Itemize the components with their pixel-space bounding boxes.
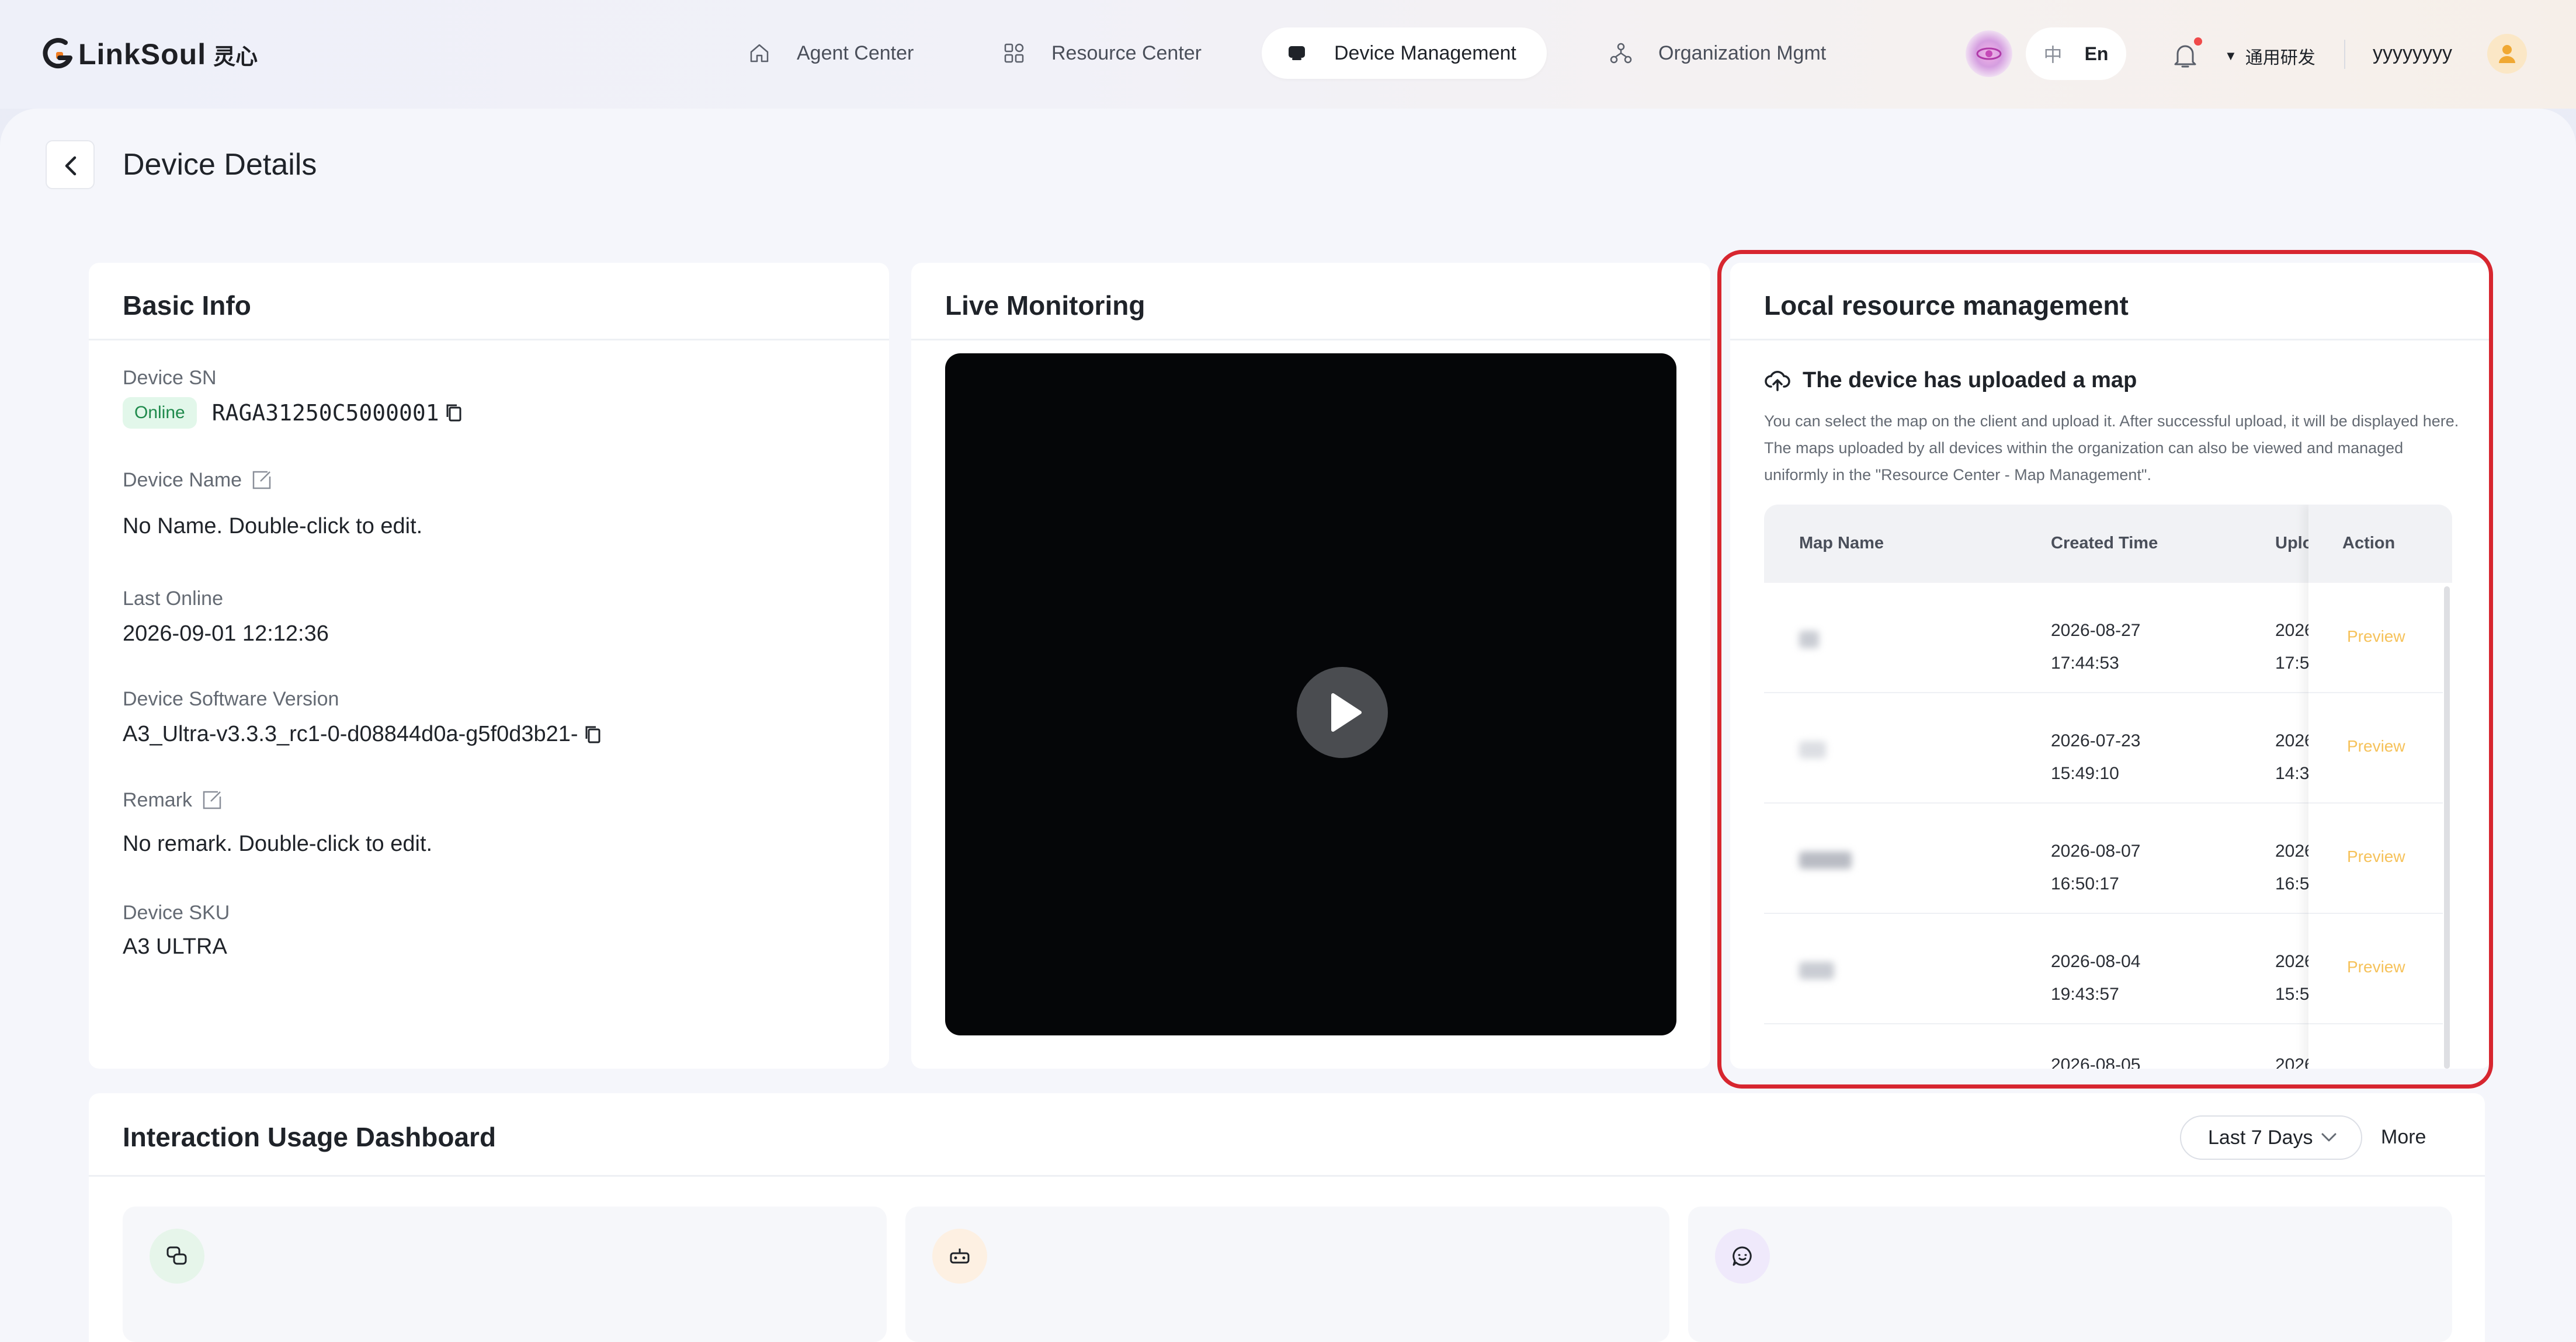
language-switcher[interactable]: 中 En	[2026, 27, 2126, 80]
device-sku-value: A3 ULTRA	[123, 934, 227, 959]
lang-zh-option[interactable]: 中	[2044, 40, 2063, 67]
lang-en-option[interactable]: En	[2085, 43, 2109, 65]
logo[interactable]: LinkSoul 灵心	[42, 36, 258, 72]
video-player[interactable]	[945, 353, 1676, 1035]
nav-label: Agent Center	[797, 41, 914, 64]
card-title: Basic Info	[123, 290, 251, 321]
nav-label: Resource Center	[1051, 41, 1202, 64]
device-icon	[1289, 46, 1305, 60]
play-button[interactable]	[1297, 667, 1388, 758]
home-icon	[750, 44, 769, 62]
chat-bubbles-icon	[150, 1229, 204, 1284]
live-monitoring-card: Live Monitoring	[911, 263, 1710, 1069]
remark-label-row: Remark	[123, 788, 224, 812]
play-icon	[1331, 693, 1362, 732]
metric-card	[123, 1207, 887, 1342]
last-online-value: 2026-09-01 12:12:36	[123, 621, 329, 646]
device-sn-value: RAGA31250C5000001	[211, 400, 439, 426]
remark-value[interactable]: No remark. Double-click to edit.	[123, 832, 432, 857]
time-range-value: Last 7 Days	[2208, 1126, 2313, 1149]
chevron-down-icon	[2321, 1133, 2337, 1142]
org-name: 通用研发	[2245, 48, 2315, 68]
ai-assistant-orb-icon[interactable]	[1966, 30, 2012, 77]
organization-selector[interactable]: ▼ 通用研发	[2224, 43, 2315, 69]
nav-label: Device Management	[1334, 41, 1516, 64]
card-title: Live Monitoring	[945, 290, 1145, 321]
logo-text: LinkSoul	[78, 38, 207, 71]
software-version-value: A3_Ultra-v3.3.3_rc1-0-d08844d0a-g5f0d3b2…	[123, 722, 578, 746]
nav-device-management[interactable]: Device Management	[1262, 27, 1547, 79]
device-sn-label: Device SN	[123, 367, 217, 389]
notification-bell-icon[interactable]	[2172, 41, 2199, 70]
edit-icon[interactable]	[200, 788, 224, 812]
page-title: Device Details	[123, 148, 317, 182]
remark-label: Remark	[123, 788, 193, 811]
card-divider	[911, 339, 1710, 340]
caret-down-icon: ▼	[2224, 48, 2237, 63]
username[interactable]: yyyyyyyy	[2373, 42, 2452, 65]
card-divider	[89, 339, 889, 340]
grid-icon	[1004, 43, 1024, 63]
back-button[interactable]	[46, 140, 95, 189]
card-divider	[89, 1175, 2485, 1177]
software-version-row: A3_Ultra-v3.3.3_rc1-0-d08844d0a-g5f0d3b2…	[123, 722, 603, 747]
nav-resource-center[interactable]: Resource Center	[979, 27, 1225, 79]
copy-icon[interactable]	[583, 724, 603, 746]
logo-chinese-text: 灵心	[213, 44, 258, 69]
basic-info-card: Basic Info Device SN Online RAGA31250C50…	[89, 263, 889, 1069]
highlight-outline	[1717, 250, 2493, 1089]
notification-dot	[2194, 37, 2202, 46]
message-icon	[1715, 1229, 1770, 1284]
edit-icon[interactable]	[250, 468, 273, 492]
software-version-label: Device Software Version	[123, 688, 339, 710]
chevron-left-icon	[65, 156, 77, 176]
linksoul-logo-icon	[42, 38, 75, 71]
org-tree-icon	[1610, 43, 1632, 64]
more-link[interactable]: More	[2381, 1126, 2426, 1149]
device-sku-label: Device SKU	[123, 902, 230, 924]
avatar[interactable]	[2487, 34, 2527, 74]
metric-card	[1688, 1207, 2452, 1342]
interaction-dashboard-card: Interaction Usage Dashboard Last 7 Days …	[89, 1093, 2485, 1342]
last-online-label: Last Online	[123, 587, 223, 610]
header-divider	[2344, 40, 2345, 69]
nav-agent-center[interactable]: Agent Center	[724, 27, 937, 79]
copy-icon[interactable]	[444, 402, 464, 424]
nav-organization-mgmt[interactable]: Organization Mgmt	[1586, 27, 1849, 79]
robot-device-icon	[932, 1229, 987, 1284]
device-name-label-row: Device Name	[123, 468, 273, 492]
card-title: Interaction Usage Dashboard	[123, 1122, 497, 1152]
device-sn-row: Online RAGA31250C5000001	[123, 397, 464, 429]
time-range-select[interactable]: Last 7 Days	[2180, 1115, 2362, 1160]
metric-card	[905, 1207, 1669, 1342]
nav-label: Organization Mgmt	[1658, 41, 1827, 64]
status-badge: Online	[123, 397, 197, 429]
device-name-value[interactable]: No Name. Double-click to edit.	[123, 514, 422, 539]
top-navigation-bar: LinkSoul 灵心 Agent Center Resource Center…	[0, 0, 2576, 109]
device-name-label: Device Name	[123, 468, 242, 491]
